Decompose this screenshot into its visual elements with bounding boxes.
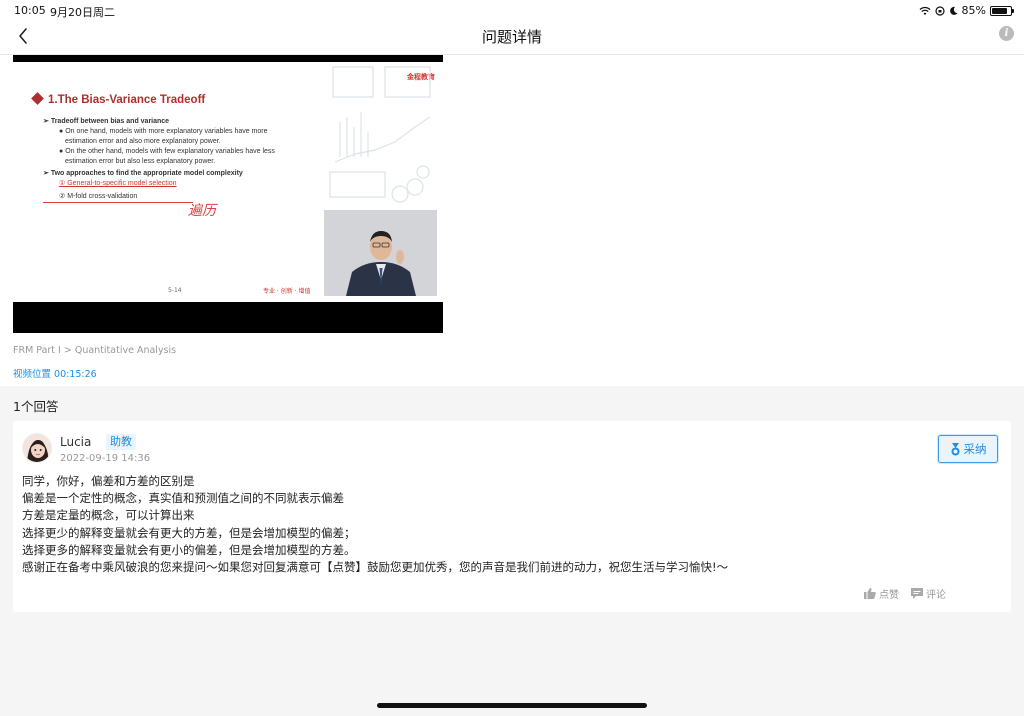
video-position-link[interactable]: 视频位置 00:15:26 (13, 366, 97, 380)
question-area: 金程教育 1.The Bias-Variance Tradeoff ➢ Trad… (0, 55, 1024, 386)
slide-page-number: 5-14 (168, 287, 182, 294)
presenter-image (324, 210, 437, 296)
slide-line: ① General-to-specific model selection (59, 180, 177, 187)
slide-heading: 1.The Bias-Variance Tradeoff (31, 92, 205, 106)
status-indicators: 85% (919, 4, 1014, 17)
battery-percent: 85% (961, 4, 986, 17)
slide-decoration (329, 66, 431, 203)
slide-line: estimation error but also less explanato… (65, 158, 216, 165)
slide-handnote: 遍历 (188, 203, 216, 219)
answer-author-name: Lucia (60, 435, 92, 449)
avatar[interactable] (22, 433, 52, 463)
answer-line: 同学，你好，偏差和方差的区别是 (22, 474, 195, 488)
presenter-video (324, 210, 437, 296)
video-player[interactable]: 金程教育 1.The Bias-Variance Tradeoff ➢ Trad… (13, 55, 443, 333)
answer-card: Lucia 助教 2022-09-19 14:36 采纳 同学，你好，偏差和方差… (13, 421, 1011, 612)
answer-body: 同学，你好，偏差和方差的区别是 偏差是一个定性的概念，真实值和预测值之间的不同就… (22, 473, 1002, 576)
slide-line: ➢ Two approaches to find the appropriate… (43, 170, 243, 177)
medal-icon (951, 442, 959, 455)
answer-line: 选择更多的解释变量就会有更小的偏差，但是会增加模型的方差。 (22, 542, 356, 557)
avatar-image (23, 434, 51, 462)
slide-line: estimation error and also more explanato… (65, 138, 221, 145)
answer-line: 感谢正在备考中乘风破浪的您来提问～如果您对回复满意可【点赞】鼓励您更加优秀，您的… (22, 560, 729, 575)
wifi-icon (919, 6, 931, 15)
slide-footer-tag: 专业 · 创新 · 增值 (263, 288, 311, 295)
comment-icon (911, 588, 923, 599)
video-slide: 金程教育 1.The Bias-Variance Tradeoff ➢ Trad… (13, 62, 443, 302)
slide-line: ● On one hand, models with more explanat… (59, 128, 268, 135)
breadcrumb: FRM Part I > Quantitative Analysis (13, 345, 177, 356)
slide-line: ● On the other hand, models with few exp… (59, 148, 275, 155)
status-date: 9月20日周二 (50, 6, 115, 19)
comment-button[interactable]: 评论 (911, 586, 946, 601)
answer-line: 选择更少的解释变量就会有更大的方差，但是会增加模型的偏差； (22, 525, 356, 540)
like-label: 点赞 (879, 590, 899, 601)
info-icon[interactable]: i (999, 26, 1014, 41)
accept-button-label: 采纳 (963, 442, 987, 456)
thumbs-up-icon (864, 588, 876, 599)
like-button[interactable]: 点赞 (864, 586, 899, 601)
slide-bullets: ➢ Tradeoff between bias and variance ● O… (43, 115, 313, 203)
status-bar: 10:05 9月20日周二 85% (0, 0, 1024, 20)
answer-line: 方差是定量的概念，可以计算出来 (22, 508, 195, 523)
orientation-lock-icon (934, 5, 945, 16)
home-indicator[interactable] (377, 703, 647, 708)
answer-line: 偏差是一个定性的概念，真实值和预测值之间的不同就表示偏差 (22, 491, 344, 506)
status-time: 10:05 (14, 4, 46, 17)
role-badge: 助教 (106, 434, 136, 450)
slide-line: ➢ Tradeoff between bias and variance (43, 118, 170, 125)
diamond-icon (31, 92, 44, 105)
answer-actions: 点赞 评论 (864, 586, 946, 601)
page-title: 问题详情 (481, 28, 542, 46)
moon-icon (949, 6, 958, 15)
answers-count: 1个回答 (13, 399, 59, 414)
answer-timestamp: 2022-09-19 14:36 (60, 453, 151, 464)
accept-button[interactable]: 采纳 (938, 435, 998, 463)
slide-line: ② M-fold cross-validation (43, 192, 193, 203)
nav-bar: 问题详情 i (0, 20, 1024, 55)
battery-icon (990, 5, 1014, 16)
comment-label: 评论 (926, 590, 946, 601)
